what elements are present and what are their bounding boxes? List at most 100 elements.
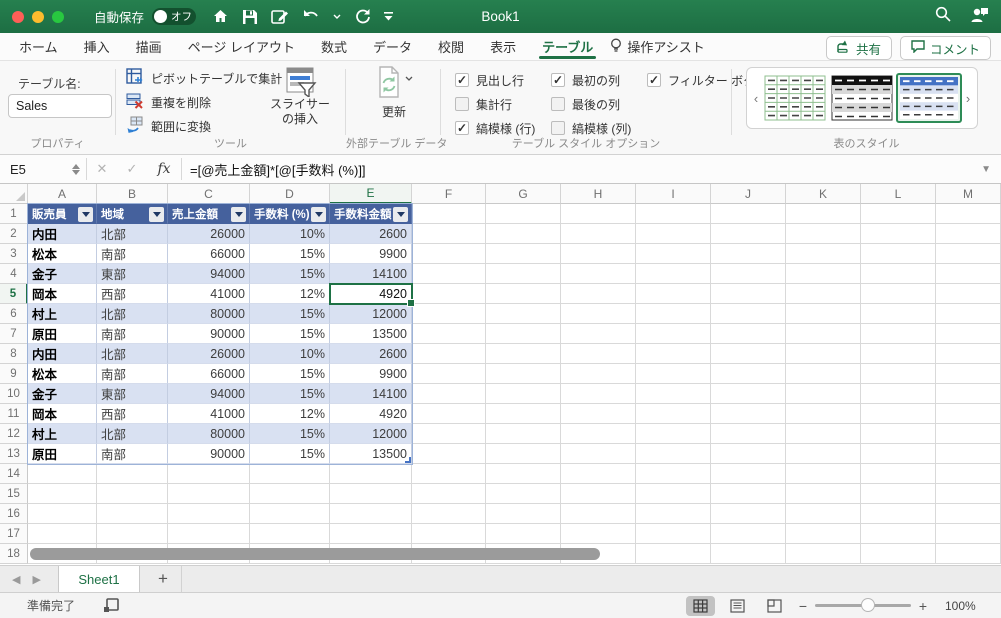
cell-M10[interactable]	[936, 384, 1001, 404]
cell-I4[interactable]	[636, 264, 711, 284]
column-header-A[interactable]: A	[28, 184, 97, 204]
cell-L2[interactable]	[861, 224, 936, 244]
cell-H13[interactable]	[561, 444, 636, 464]
row-header-8[interactable]: 8	[0, 344, 28, 364]
cell-F15[interactable]	[412, 484, 486, 504]
checked-checkbox-icon[interactable]: ✓	[455, 121, 469, 135]
cell-G5[interactable]	[486, 284, 561, 304]
cell-L11[interactable]	[861, 404, 936, 424]
cell-L8[interactable]	[861, 344, 936, 364]
cell-C13[interactable]: 90000	[168, 444, 250, 464]
checkbox-最後の列[interactable]: 最後の列	[551, 92, 637, 116]
cell-C4[interactable]: 94000	[168, 264, 250, 284]
cell-E6[interactable]: 12000	[330, 304, 412, 324]
unchecked-checkbox-icon[interactable]	[551, 121, 565, 135]
cell-E9[interactable]: 9900	[330, 364, 412, 384]
cell-D11[interactable]: 12%	[250, 404, 330, 424]
normal-view-button[interactable]	[686, 595, 715, 616]
cell-C3[interactable]: 66000	[168, 244, 250, 264]
cell-A14[interactable]	[28, 464, 97, 484]
cell-A16[interactable]	[28, 504, 97, 524]
cell-K6[interactable]	[786, 304, 861, 324]
cell-A2[interactable]: 内田	[28, 224, 97, 244]
cell-D10[interactable]: 15%	[250, 384, 330, 404]
filter-dropdown-icon[interactable]	[78, 206, 93, 222]
cell-H10[interactable]	[561, 384, 636, 404]
cell-C17[interactable]	[168, 524, 250, 544]
zoom-slider[interactable]	[815, 598, 911, 612]
undo-icon[interactable]	[302, 9, 320, 25]
refresh-button[interactable]: 更新	[358, 66, 430, 120]
cell-L1[interactable]	[861, 204, 936, 224]
column-header-I[interactable]: I	[636, 184, 711, 204]
cell-A13[interactable]: 原田	[28, 444, 97, 464]
cell-C6[interactable]: 80000	[168, 304, 250, 324]
cell-I13[interactable]	[636, 444, 711, 464]
cell-E15[interactable]	[330, 484, 412, 504]
cell-C14[interactable]	[168, 464, 250, 484]
cell-B9[interactable]: 南部	[97, 364, 168, 384]
cell-I18[interactable]	[636, 544, 711, 564]
cell-L4[interactable]	[861, 264, 936, 284]
column-header-B[interactable]: B	[97, 184, 168, 204]
cell-L5[interactable]	[861, 284, 936, 304]
undo-menu-chevron-icon[interactable]	[333, 14, 341, 20]
cell-E14[interactable]	[330, 464, 412, 484]
tab-assistant[interactable]: 操作アシスト	[610, 37, 705, 56]
cell-B8[interactable]: 北部	[97, 344, 168, 364]
cell-F6[interactable]	[412, 304, 486, 324]
cell-K13[interactable]	[786, 444, 861, 464]
cell-G10[interactable]	[486, 384, 561, 404]
cell-A8[interactable]: 内田	[28, 344, 97, 364]
cell-G6[interactable]	[486, 304, 561, 324]
cell-C15[interactable]	[168, 484, 250, 504]
cell-J1[interactable]	[711, 204, 786, 224]
cell-A7[interactable]: 原田	[28, 324, 97, 344]
cell-I3[interactable]	[636, 244, 711, 264]
zoom-out-button[interactable]: −	[795, 598, 811, 614]
cell-A17[interactable]	[28, 524, 97, 544]
tab-数式[interactable]: 数式	[308, 33, 360, 60]
cell-J4[interactable]	[711, 264, 786, 284]
cell-G16[interactable]	[486, 504, 561, 524]
row-header-3[interactable]: 3	[0, 244, 28, 264]
cell-H6[interactable]	[561, 304, 636, 324]
cell-J12[interactable]	[711, 424, 786, 444]
cell-I12[interactable]	[636, 424, 711, 444]
cell-F4[interactable]	[412, 264, 486, 284]
cell-M16[interactable]	[936, 504, 1001, 524]
add-sheet-button[interactable]: +	[153, 569, 173, 589]
cell-I1[interactable]	[636, 204, 711, 224]
column-header-K[interactable]: K	[786, 184, 861, 204]
cell-M2[interactable]	[936, 224, 1001, 244]
cell-J11[interactable]	[711, 404, 786, 424]
select-all-corner[interactable]	[0, 184, 28, 204]
cell-G12[interactable]	[486, 424, 561, 444]
cell-C10[interactable]: 94000	[168, 384, 250, 404]
cell-F5[interactable]	[412, 284, 486, 304]
cell-H16[interactable]	[561, 504, 636, 524]
cell-B1[interactable]: 地域	[97, 204, 168, 224]
cell-F1[interactable]	[412, 204, 486, 224]
tab-描画[interactable]: 描画	[123, 33, 175, 60]
cell-A3[interactable]: 松本	[28, 244, 97, 264]
cell-I16[interactable]	[636, 504, 711, 524]
table-name-input[interactable]	[8, 94, 112, 118]
cell-K7[interactable]	[786, 324, 861, 344]
cell-L17[interactable]	[861, 524, 936, 544]
column-header-H[interactable]: H	[561, 184, 636, 204]
cell-A5[interactable]: 岡本	[28, 284, 97, 304]
cell-M1[interactable]	[936, 204, 1001, 224]
cell-K8[interactable]	[786, 344, 861, 364]
cell-M6[interactable]	[936, 304, 1001, 324]
tab-テーブル[interactable]: テーブル	[529, 33, 606, 60]
cell-K4[interactable]	[786, 264, 861, 284]
cell-M14[interactable]	[936, 464, 1001, 484]
cell-C9[interactable]: 66000	[168, 364, 250, 384]
cell-M18[interactable]	[936, 544, 1001, 564]
cell-M11[interactable]	[936, 404, 1001, 424]
cell-M13[interactable]	[936, 444, 1001, 464]
cell-G2[interactable]	[486, 224, 561, 244]
row-header-4[interactable]: 4	[0, 264, 28, 284]
autosave-toggle[interactable]: オフ	[152, 8, 197, 25]
